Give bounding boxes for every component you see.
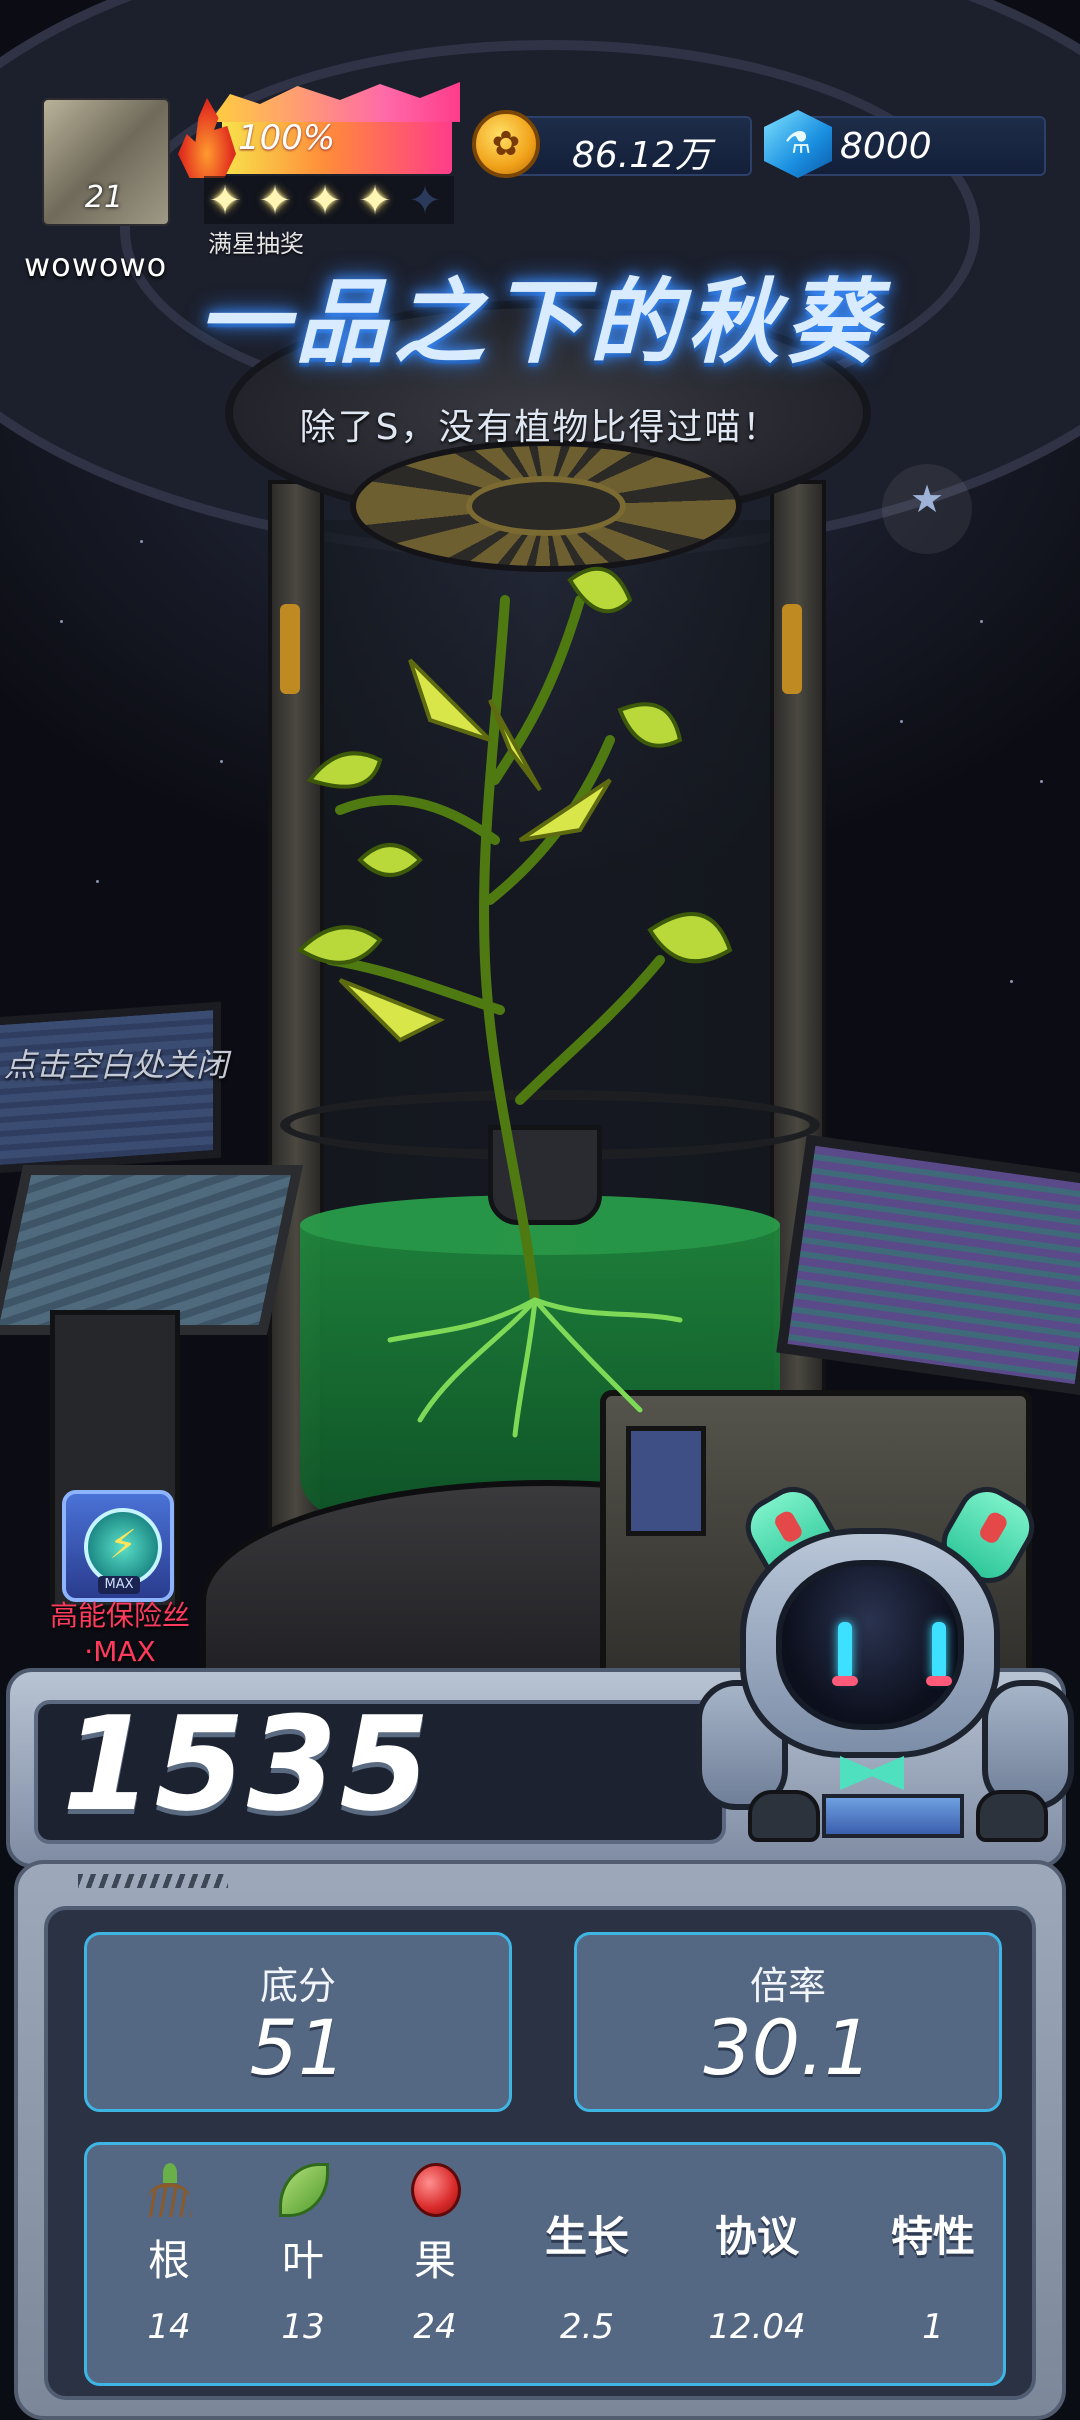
robot-eye-right	[932, 1622, 946, 1680]
energy-percent: 100%	[238, 118, 336, 158]
star-icon: ✦	[258, 178, 292, 224]
star-icon: ✦	[308, 178, 342, 224]
star-rating[interactable]: ✦ ✦ ✦ ✦ ✦	[204, 176, 454, 224]
max-badge: MAX	[98, 1576, 140, 1594]
fuse-buff-label-line1: 高能保险丝	[49, 1599, 190, 1632]
multiplier-card: 倍率 30.1	[574, 1932, 1002, 2112]
attribute-leaf: 叶 13	[233, 2145, 373, 2389]
panel-grille	[78, 1874, 228, 1888]
attribute-fruit-name: 果	[413, 2236, 456, 2285]
multiplier-label: 倍率	[749, 1964, 826, 2008]
attribute-root-value: 14	[147, 2307, 191, 2347]
fuse-buff-label-line2: ·MAX	[84, 1635, 156, 1668]
player-level: 21	[84, 180, 124, 215]
robot-tablet	[822, 1794, 964, 1838]
star-empty-icon: ✦	[408, 178, 442, 224]
root-icon	[145, 2163, 195, 2217]
attribute-protocol: 协议 12.04	[687, 2145, 827, 2389]
fuse-buff-icon[interactable]: ⚡ MAX	[62, 1490, 174, 1602]
robot-hand-right	[976, 1790, 1048, 1842]
base-score-card: 底分 51	[84, 1932, 512, 2112]
attribute-root: 根 14	[99, 2145, 239, 2389]
leaf-icon	[279, 2163, 329, 2217]
attribute-trait: 特性 1	[863, 2145, 1003, 2389]
robot-blush-right	[926, 1676, 952, 1686]
attribute-fruit: 果 24	[365, 2145, 505, 2389]
attribute-fruit-value: 24	[413, 2307, 457, 2347]
attribute-leaf-name: 叶	[281, 2236, 324, 2285]
monitor-right	[776, 1134, 1080, 1396]
fuse-buff-label: 高能保险丝 ·MAX	[20, 1598, 220, 1670]
robot-bowtie	[840, 1756, 904, 1790]
star-icon: ✦	[358, 178, 392, 224]
total-score: 1535	[62, 1688, 432, 1840]
tap-to-close-hint: 点击空白处关闭	[4, 1046, 229, 1084]
robot-hand-left	[748, 1790, 820, 1842]
base-score-value: 51	[249, 2003, 347, 2092]
attributes-card: 根 14 叶 13 果 24 生长 2.5 协议 12.04 特性 1	[84, 2142, 1006, 2386]
attribute-root-name: 根	[147, 2236, 190, 2285]
robot-blush-left	[832, 1676, 858, 1686]
attribute-growth-name: 生长	[544, 2212, 629, 2261]
attribute-protocol-name: 协议	[714, 2212, 799, 2261]
coin-value: 86.12万	[572, 135, 712, 176]
robot-mascot	[690, 1476, 1080, 1890]
attribute-trait-name: 特性	[890, 2212, 975, 2261]
multiplier-value: 30.1	[703, 2003, 873, 2092]
attribute-leaf-value: 13	[281, 2307, 325, 2347]
monitor-left	[0, 1001, 221, 1175]
attribute-growth: 生长 2.5	[517, 2145, 657, 2389]
coin-icon: ✿	[472, 110, 540, 178]
gem-value: 8000	[840, 126, 932, 167]
okra-plant	[296, 566, 733, 1438]
star-icon: ✦	[208, 178, 242, 224]
attribute-trait-value: 1	[922, 2307, 944, 2347]
plant-name-title: 一品之下的秋葵	[196, 269, 883, 376]
apple-icon	[411, 2163, 461, 2217]
attribute-protocol-value: 12.04	[708, 2307, 806, 2347]
plant-tagline: 除了S，没有植物比得过喵！	[299, 407, 781, 448]
base-score-label: 底分	[259, 1964, 336, 2008]
attribute-growth-value: 2.5	[559, 2307, 615, 2347]
robot-eye-left	[838, 1622, 852, 1680]
lightning-icon: ⚡	[84, 1508, 162, 1586]
sparkle-star-icon: ★	[882, 464, 972, 554]
